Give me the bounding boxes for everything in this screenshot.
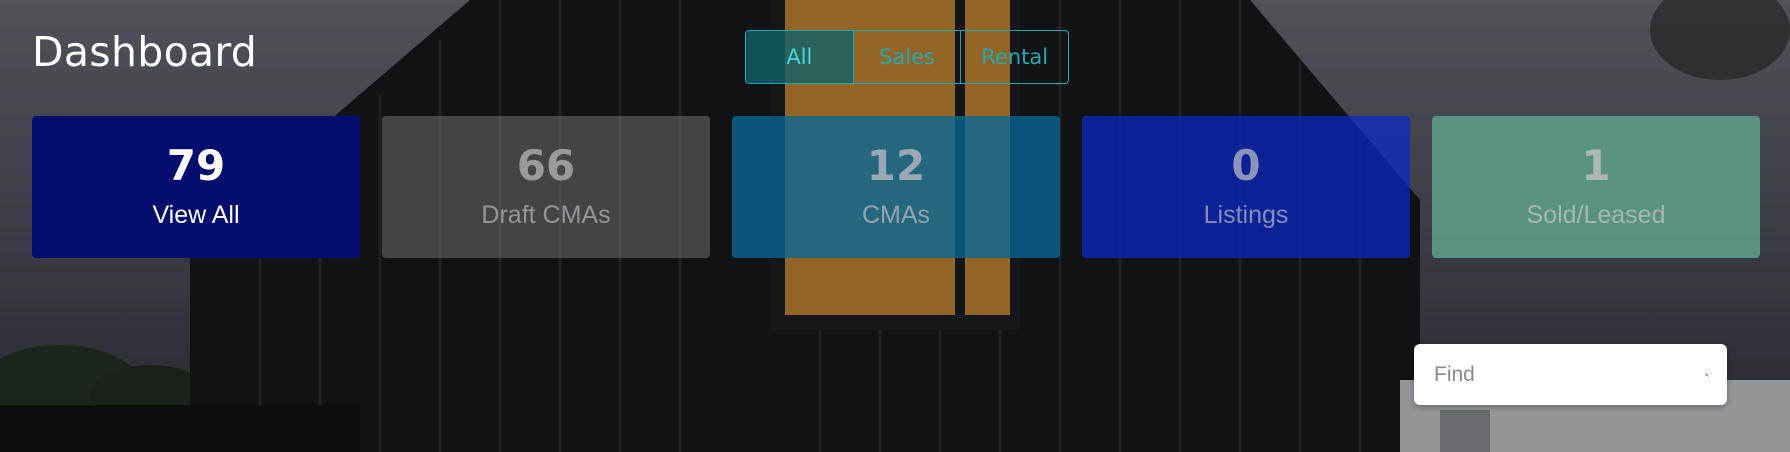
search-icon[interactable] (1705, 361, 1709, 389)
card-label: View All (152, 200, 240, 229)
search-input[interactable] (1434, 362, 1705, 387)
card-count: 12 (866, 140, 926, 190)
card-label: Sold/Leased (1526, 200, 1666, 229)
filter-all-button[interactable]: All (746, 31, 854, 83)
filter-sales-button[interactable]: Sales (854, 31, 962, 83)
card-label: Listings (1203, 200, 1289, 229)
card-count: 66 (516, 140, 576, 190)
card-listings[interactable]: 0 Listings (1082, 116, 1410, 258)
stat-cards: 79 View All 66 Draft CMAs 12 CMAs 0 List… (32, 116, 1760, 258)
card-sold-leased[interactable]: 1 Sold/Leased (1432, 116, 1760, 258)
listing-type-filter: All Sales Rental (745, 30, 1069, 84)
card-cmas[interactable]: 12 CMAs (732, 116, 1060, 258)
card-label: Draft CMAs (481, 200, 611, 229)
card-count: 1 (1581, 140, 1611, 190)
filter-rental-button[interactable]: Rental (961, 31, 1068, 83)
page-title: Dashboard (32, 28, 258, 76)
card-draft-cmas[interactable]: 66 Draft CMAs (382, 116, 710, 258)
card-label: CMAs (861, 200, 931, 229)
card-view-all[interactable]: 79 View All (32, 116, 360, 258)
search-box (1414, 344, 1727, 405)
card-count: 79 (166, 140, 226, 190)
card-count: 0 (1231, 140, 1261, 190)
